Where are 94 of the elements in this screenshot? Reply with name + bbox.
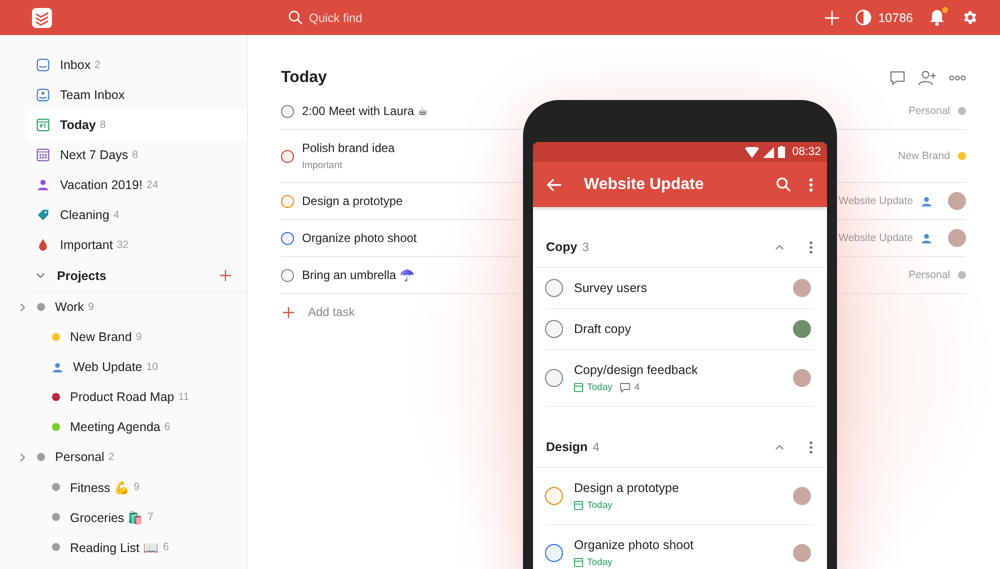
status-time: 08:32	[792, 146, 821, 158]
project-label: Personal	[908, 269, 950, 281]
task-checkbox[interactable]	[281, 150, 294, 162]
calendar-icon	[574, 383, 583, 392]
add-task-button[interactable]: Add task	[283, 305, 355, 319]
chevron-icon[interactable]	[18, 302, 27, 312]
task-title[interactable]: Bring an umbrella ☂	[302, 268, 414, 282]
more-icon[interactable]	[809, 240, 813, 254]
plus-icon	[283, 306, 294, 318]
sidebar-item[interactable]: Cleaning 4	[28, 200, 247, 230]
project-item[interactable]: Meeting Agenda 6	[28, 412, 247, 442]
avatar	[793, 487, 811, 505]
wifi-icon	[745, 146, 760, 158]
section-count: 4	[592, 440, 600, 454]
avatar	[793, 369, 811, 387]
project-label: Personal	[908, 105, 950, 117]
back-arrow-icon[interactable]	[547, 178, 562, 192]
sidebar-item[interactable]: Next 7 Days 8	[28, 140, 247, 170]
project-item[interactable]: New Brand 9	[28, 322, 247, 352]
task-checkbox[interactable]	[545, 320, 563, 338]
app-logo[interactable]	[32, 8, 52, 28]
task-checkbox[interactable]	[281, 194, 294, 208]
more-icon[interactable]	[809, 178, 813, 192]
task-checkbox[interactable]	[281, 104, 294, 118]
sidebar-item[interactable]: Today 8	[28, 110, 247, 140]
add-icon[interactable]	[220, 270, 231, 281]
task-title[interactable]: Organize photo shoot	[302, 231, 417, 245]
task-checkbox[interactable]	[545, 487, 563, 505]
projects-heading: Projects	[57, 268, 106, 282]
task-checkbox[interactable]	[545, 544, 563, 562]
project-item[interactable]: Reading List 📖 6	[28, 532, 247, 562]
add-button[interactable]	[825, 10, 840, 24]
project-item[interactable]: Product Road Map 11	[28, 382, 247, 412]
section-count: 3	[582, 240, 589, 254]
chevron-icon[interactable]	[18, 452, 27, 462]
task-checkbox[interactable]	[281, 232, 294, 244]
avatar	[793, 320, 811, 338]
project-label: Website Update	[838, 195, 913, 207]
inbox-icon	[36, 58, 50, 72]
project-item[interactable]: Web Update 10	[28, 352, 247, 382]
due-date: Today	[587, 557, 612, 568]
app-bar-title: Website Update	[583, 176, 705, 194]
due-date: Today	[587, 382, 612, 393]
task-title[interactable]: Polish brand idea	[302, 141, 395, 155]
calendar-icon	[36, 148, 50, 162]
notifications-button[interactable]	[929, 9, 945, 26]
tag-icon	[36, 208, 50, 222]
more-icon[interactable]	[809, 440, 813, 454]
project-label: New Brand	[898, 150, 950, 162]
task-row[interactable]: Draft copy	[545, 309, 815, 350]
comment-count: 4	[634, 382, 640, 393]
calendar-icon	[574, 501, 583, 510]
sidebar-item[interactable]: Vacation 2019! 24	[28, 170, 247, 200]
add-person-icon[interactable]	[918, 70, 937, 86]
project-item[interactable]: Personal 2	[18, 442, 247, 472]
project-item[interactable]: Groceries 🛍 7	[28, 502, 247, 532]
drop-icon	[36, 238, 50, 252]
task-title[interactable]: 2:00 Meet with Laura ☕	[302, 104, 428, 118]
avatar	[793, 544, 811, 562]
chevron-icon[interactable]	[36, 271, 45, 280]
project-item[interactable]: Work 9	[18, 292, 247, 322]
comment-icon[interactable]	[889, 70, 906, 86]
task-row[interactable]: Copy/design feedback Today 4	[545, 350, 815, 407]
sidebar-item[interactable]: Important 32	[28, 230, 247, 260]
calendar-icon	[574, 558, 583, 567]
collapse-icon[interactable]	[775, 242, 784, 252]
karma-score: 10786	[878, 10, 913, 24]
section-title: Copy	[546, 240, 578, 254]
collapse-icon[interactable]	[775, 442, 784, 452]
page-title: Today	[281, 69, 327, 87]
sidebar-item[interactable]: Inbox 2	[28, 50, 247, 80]
project-label: Website Update	[838, 232, 913, 244]
sidebar-item[interactable]: Team Inbox	[28, 80, 247, 110]
task-checkbox[interactable]	[281, 268, 294, 282]
person-icon	[36, 178, 50, 192]
signal-icon	[763, 146, 774, 158]
section-title: Design	[546, 440, 588, 454]
battery-icon	[778, 146, 786, 158]
task-row[interactable]: Design a prototype Today	[545, 468, 815, 525]
karma-icon[interactable]	[855, 9, 872, 26]
search-icon	[288, 10, 303, 25]
search-icon[interactable]	[776, 177, 791, 192]
team-inbox-icon	[36, 88, 50, 102]
task-title[interactable]: Design a prototype	[302, 194, 403, 208]
due-date: Today	[587, 500, 612, 511]
avatar	[793, 279, 811, 297]
task-label: Important	[302, 160, 344, 171]
comment-icon	[620, 382, 630, 392]
project-item[interactable]: Fitness 💪 9	[28, 472, 247, 502]
task-row[interactable]: Organize photo shoot Today	[545, 525, 815, 569]
calendar-icon	[36, 118, 50, 132]
task-row[interactable]: Survey users	[545, 268, 815, 309]
task-checkbox[interactable]	[545, 369, 563, 387]
task-checkbox[interactable]	[545, 279, 563, 297]
